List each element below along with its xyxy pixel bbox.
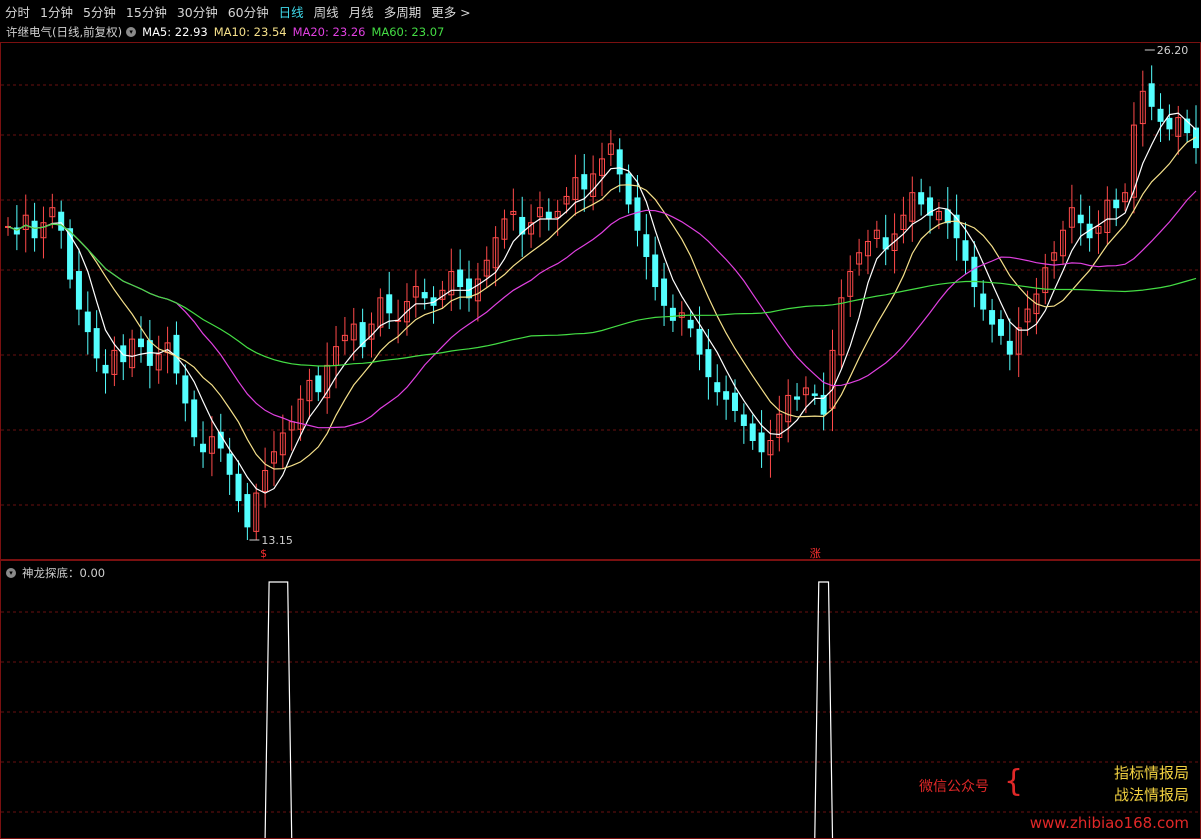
candle-body: [758, 432, 765, 453]
candle-body: [714, 382, 721, 393]
candle-body: [545, 211, 552, 220]
candle-body: [643, 234, 650, 258]
candle-body: [705, 349, 712, 378]
watermark-url: www.zhibiao168.com: [1029, 814, 1189, 832]
candle-body: [918, 192, 925, 205]
candle-body: [31, 220, 38, 239]
watermark: 微信公众号 { 指标情报局 战法情报局: [919, 762, 1189, 806]
candle-body: [200, 443, 207, 453]
candle-body: [191, 399, 198, 438]
candle-body: [811, 393, 818, 396]
candle-body: [980, 293, 987, 310]
kline-chart[interactable]: 26.20 13.15$ 涨: [0, 0, 1201, 839]
candle-body: [625, 173, 632, 205]
indicator-menu-icon[interactable]: ▾: [6, 568, 16, 578]
candle-body: [687, 319, 694, 329]
low-price-label: 13.15: [261, 534, 293, 547]
candle-body: [669, 307, 676, 321]
watermark-brace: {: [1003, 764, 1024, 799]
signal-marker: $: [260, 547, 267, 560]
candle-body: [997, 319, 1004, 336]
watermark-line2: 战法情报局: [1113, 786, 1189, 804]
candle-body: [75, 271, 82, 310]
indicator-legend: ▾ 神龙探底：0.00: [6, 565, 105, 581]
candle-body: [58, 211, 65, 231]
high-price-label: 26.20: [1157, 44, 1189, 57]
candle-body: [652, 254, 659, 288]
watermark-right: 指标情报局 战法情报局: [1114, 762, 1189, 806]
candle-body: [1148, 83, 1155, 107]
candle-body: [235, 473, 242, 502]
candle-body: [634, 197, 641, 231]
candle-body: [457, 269, 464, 288]
candle-body: [740, 414, 747, 426]
candle-body: [315, 375, 322, 393]
candle-body: [731, 392, 738, 411]
candle-body: [1006, 340, 1013, 355]
candle-body: [944, 209, 951, 224]
candle-body: [137, 338, 144, 348]
candle-body: [989, 310, 996, 325]
candle-body: [173, 334, 180, 374]
candle-body: [386, 294, 393, 314]
signal-marker: 涨: [810, 547, 821, 560]
candle-body: [971, 256, 978, 288]
candle-body: [182, 375, 189, 404]
indicator-title: 神龙探底：0.00: [22, 566, 106, 580]
candle-body: [1113, 199, 1120, 209]
ma60-line: [7, 223, 1197, 367]
candle-body: [794, 396, 801, 400]
indicator-line: [264, 581, 834, 839]
candle-body: [1166, 117, 1173, 130]
candle-body: [581, 174, 588, 190]
candle-body: [723, 391, 730, 400]
candle-body: [102, 364, 109, 374]
candle-body: [226, 453, 233, 475]
watermark-line1: 指标情报局: [1113, 764, 1189, 782]
candle-body: [84, 311, 91, 333]
candle-body: [616, 149, 623, 175]
candle-body: [93, 328, 100, 359]
candle-body: [749, 423, 756, 441]
candle-body: [244, 494, 251, 528]
candle-body: [421, 292, 428, 299]
candle-body: [661, 278, 668, 306]
watermark-left: 微信公众号: [918, 779, 989, 795]
candle-body: [1077, 214, 1084, 224]
candle-body: [1157, 108, 1164, 122]
candle-body: [696, 328, 703, 355]
candle-body: [120, 345, 127, 363]
candle-body: [466, 278, 473, 299]
candle-body: [962, 240, 969, 261]
